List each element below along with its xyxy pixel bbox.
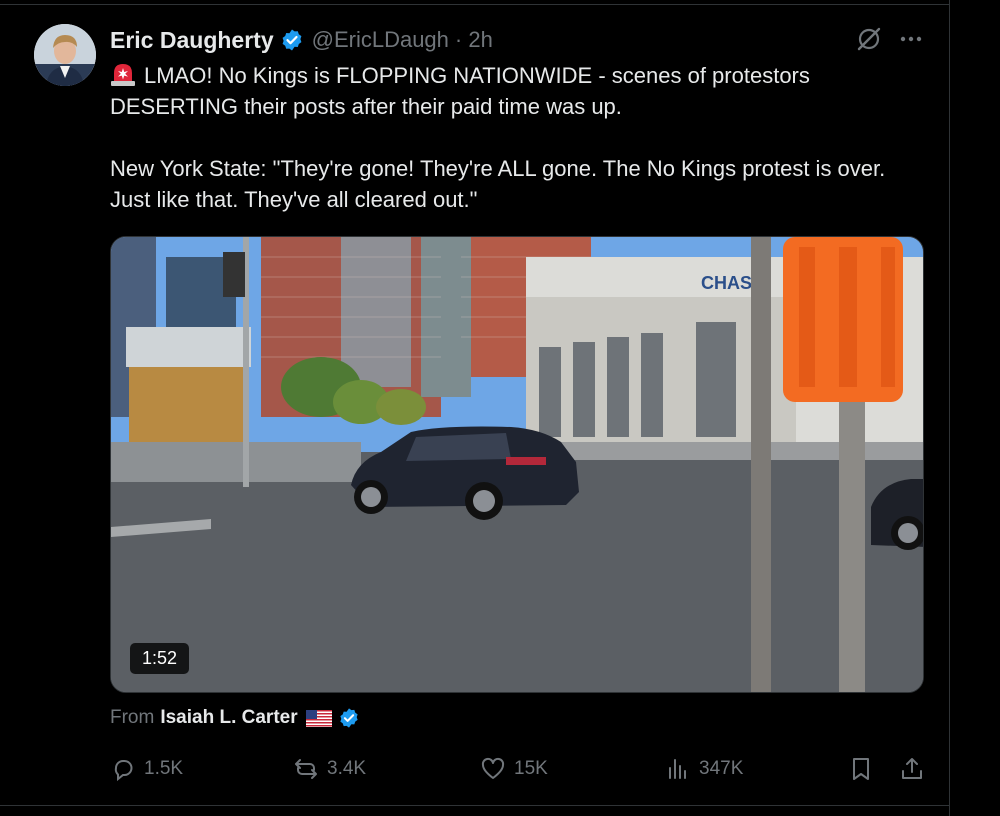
siren-emoji xyxy=(111,64,135,86)
avatar[interactable] xyxy=(34,24,96,86)
reply-icon xyxy=(114,760,133,782)
divider-bottom xyxy=(0,805,950,806)
tweet-time[interactable]: · 2h xyxy=(455,27,493,53)
bookmark-icon xyxy=(853,758,869,780)
reply-count: 1.5K xyxy=(144,758,184,779)
more-icon[interactable] xyxy=(898,28,924,50)
repost-icon xyxy=(295,759,317,779)
tweet-header: Eric Daugherty @EricLDaugh · 2h xyxy=(110,25,493,55)
bookmark-button[interactable] xyxy=(848,755,882,783)
share-icon xyxy=(902,758,922,779)
author-name[interactable]: Eric Daugherty xyxy=(110,27,274,54)
video-frame: CHASE xyxy=(111,237,923,692)
views-button[interactable]: 347K xyxy=(665,755,743,783)
video-player[interactable]: CHASE xyxy=(110,236,924,693)
video-duration: 1:52 xyxy=(130,643,190,674)
tweet-text-paragraph-1: LMAO! No Kings is FLOPPING NATIONWIDE - … xyxy=(110,63,810,119)
like-count: 15K xyxy=(514,758,548,779)
grok-icon[interactable] xyxy=(856,26,882,52)
attribution-author[interactable]: Isaiah L. Carter xyxy=(160,707,297,729)
views-icon xyxy=(669,759,686,779)
verified-badge-icon xyxy=(339,708,358,728)
like-button[interactable]: 15K xyxy=(480,755,548,783)
share-button[interactable] xyxy=(899,755,933,783)
tweet-text: LMAO! No Kings is FLOPPING NATIONWIDE - … xyxy=(110,60,910,215)
tweet-text-paragraph-2: New York State: "They're gone! They're A… xyxy=(110,156,886,212)
repost-count: 3.4K xyxy=(327,758,367,779)
reply-button[interactable]: 1.5K xyxy=(110,755,183,783)
author-handle[interactable]: @EricLDaugh xyxy=(312,27,449,53)
views-count: 347K xyxy=(699,758,744,779)
us-flag-emoji xyxy=(305,709,332,727)
repost-button[interactable]: 3.4K xyxy=(293,755,366,783)
like-icon xyxy=(481,757,505,779)
verified-badge-icon xyxy=(282,29,302,51)
media-attribution: From Isaiah L. Carter xyxy=(110,707,360,729)
divider-top xyxy=(0,4,950,5)
attribution-label: From xyxy=(110,707,155,728)
